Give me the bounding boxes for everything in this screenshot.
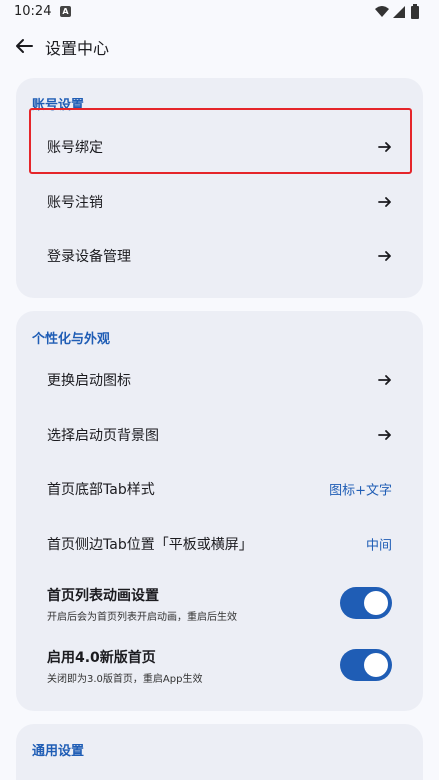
row-description: 开启后会为首页列表开启动画，重启后生效 <box>47 612 237 623</box>
notification-icon: A <box>60 6 71 17</box>
arrow-right-icon <box>378 430 391 440</box>
row-label: 登录设备管理 <box>47 249 131 265</box>
row-label: 账号注销 <box>47 195 103 211</box>
toggle-knob <box>364 591 388 615</box>
row-value: 中间 <box>365 538 392 554</box>
app-bar: 设置中心 <box>0 26 439 66</box>
account-deactivate-row[interactable]: 账号注销 <box>16 175 423 229</box>
row-label: 首页底部Tab样式 <box>47 482 155 498</box>
arrow-right-icon <box>378 197 391 207</box>
battery-icon <box>411 6 419 19</box>
row-label: 首页列表动画设置 <box>47 588 159 604</box>
highlight-box <box>29 108 412 174</box>
status-bar: 10:24 A <box>0 0 439 26</box>
system-icons <box>375 4 419 19</box>
row-label: 首页侧边Tab位置「平板或横屏」 <box>47 537 253 553</box>
login-device-management-row[interactable]: 登录设备管理 <box>16 229 423 283</box>
list-animation-toggle[interactable] <box>340 587 392 619</box>
row-label: 启用4.0新版首页 <box>47 650 156 666</box>
new-home-row: 启用4.0新版首页 关闭即为3.0版首页，重启App生效 <box>16 637 423 693</box>
list-animation-row: 首页列表动画设置 开启后会为首页列表开启动画，重启后生效 <box>16 575 423 631</box>
row-description: 关闭即为3.0版首页，重启App生效 <box>47 674 203 685</box>
wifi-icon <box>375 6 389 17</box>
signal-icon <box>393 6 405 18</box>
arrow-right-icon <box>378 375 391 385</box>
section-title-personalization: 个性化与外观 <box>32 332 111 347</box>
arrow-right-icon <box>378 251 391 261</box>
personalization-card: 个性化与外观 更换启动图标 选择启动页背景图 首页底部Tab样式 图标+文字 首… <box>16 311 423 711</box>
new-home-toggle[interactable] <box>340 649 392 681</box>
bottom-tab-style-row[interactable]: 首页底部Tab样式 图标+文字 <box>16 462 423 516</box>
change-launcher-icon-row[interactable]: 更换启动图标 <box>16 353 423 407</box>
row-label: 更换启动图标 <box>47 373 131 389</box>
status-time: 10:24 <box>14 4 52 19</box>
side-tab-position-row[interactable]: 首页侧边Tab位置「平板或横屏」 中间 <box>16 517 423 571</box>
general-settings-card: 通用设置 <box>16 724 423 780</box>
page-title: 设置中心 <box>45 39 110 58</box>
splash-background-row[interactable]: 选择启动页背景图 <box>16 408 423 462</box>
arrow-left-icon[interactable] <box>12 34 36 58</box>
section-title-general: 通用设置 <box>32 744 85 759</box>
row-value: 图标+文字 <box>329 483 392 499</box>
row-label: 选择启动页背景图 <box>47 428 159 444</box>
toggle-knob <box>364 653 388 677</box>
